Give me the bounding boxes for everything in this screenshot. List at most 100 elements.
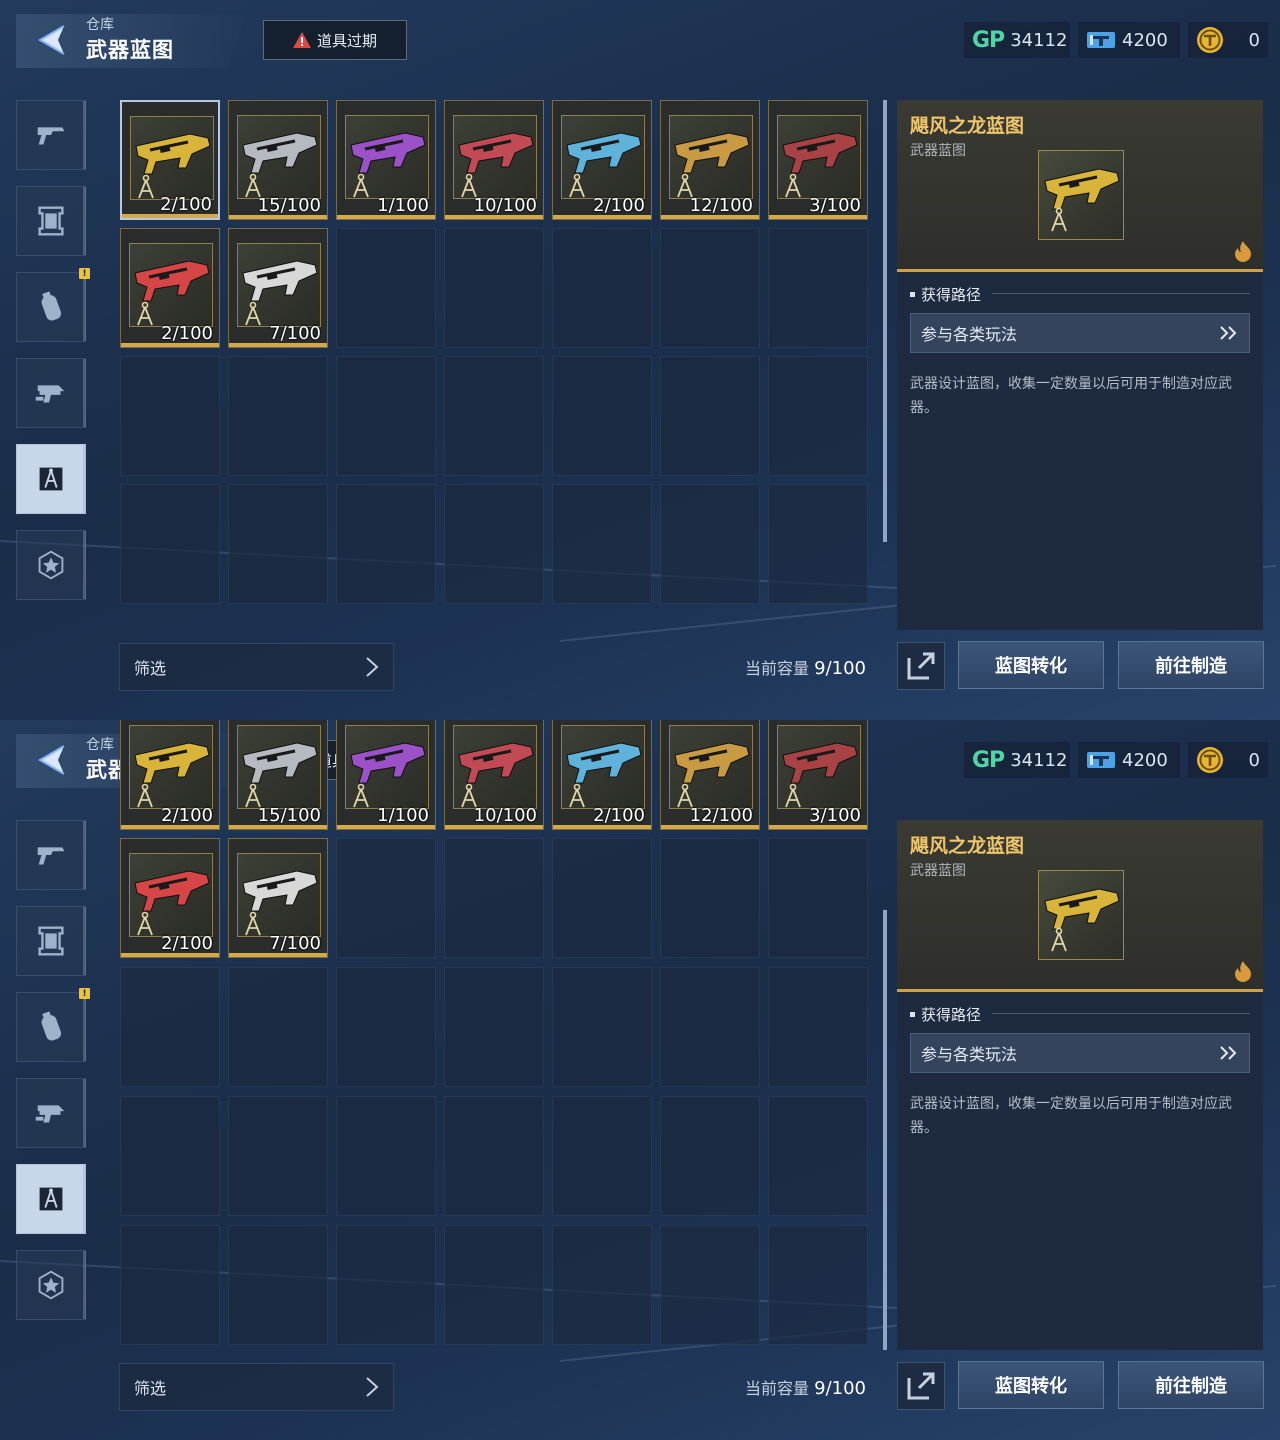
blueprint-item[interactable]: 7/100 xyxy=(228,838,328,958)
empty-slot xyxy=(660,356,760,476)
go-craft-button[interactable]: 前往制造 xyxy=(1118,641,1264,689)
empty-slot xyxy=(768,967,868,1087)
bullet-icon xyxy=(910,1012,915,1017)
blueprint-item[interactable]: 1/100 xyxy=(336,100,436,220)
nav-weapon-part[interactable] xyxy=(16,1078,86,1148)
section-label: 获得路径 xyxy=(921,286,982,304)
empty-slot xyxy=(552,838,652,958)
screen-bottom: 仓库武器蓝图道具过期GP3411242000!2/10015/1001/1001… xyxy=(0,720,1280,1440)
nav-grenade[interactable] xyxy=(16,992,86,1062)
coin-currency: 0 xyxy=(1188,742,1268,778)
empty-slot xyxy=(660,1225,760,1345)
nav-blueprint[interactable] xyxy=(16,444,86,514)
blueprint-convert-button[interactable]: 蓝图转化 xyxy=(958,1361,1104,1409)
nav-star[interactable] xyxy=(16,530,86,600)
empty-slot xyxy=(660,228,760,348)
empty-slot xyxy=(660,838,760,958)
item-count: 7/100 xyxy=(269,323,321,344)
empty-slot xyxy=(768,1225,868,1345)
nav-blueprint[interactable] xyxy=(16,1164,86,1234)
grenade-icon xyxy=(41,1011,62,1041)
item-count: 1/100 xyxy=(377,805,429,826)
blueprint-compass-icon xyxy=(39,1187,63,1211)
nav-star[interactable] xyxy=(16,1250,86,1320)
blueprint-item[interactable]: 2/100 xyxy=(120,838,220,958)
blueprint-item[interactable]: 7/100 xyxy=(228,228,328,348)
filter-button[interactable]: 筛选 xyxy=(119,643,394,691)
empty-slot xyxy=(444,484,544,604)
acquire-route-button[interactable]: 参与各类玩法 xyxy=(910,313,1250,353)
blueprint-item[interactable]: 2/100 xyxy=(120,720,220,830)
share-button[interactable] xyxy=(897,1362,945,1410)
page-title: 武器蓝图 xyxy=(86,38,174,62)
blueprint-compass-icon xyxy=(1051,207,1067,232)
route-label: 参与各类玩法 xyxy=(921,1045,1018,1064)
nav-frame[interactable] xyxy=(16,906,86,976)
item-count: 2/100 xyxy=(161,805,213,826)
share-button[interactable] xyxy=(897,642,945,690)
nav-pistol[interactable] xyxy=(16,100,86,170)
ticket-amount: 4200 xyxy=(1122,29,1168,51)
empty-slot xyxy=(444,356,544,476)
empty-slot xyxy=(660,1096,760,1216)
blueprint-item[interactable]: 2/100 xyxy=(552,720,652,830)
empty-slot xyxy=(444,1225,544,1345)
empty-slot xyxy=(444,228,544,348)
route-label: 参与各类玩法 xyxy=(921,325,1018,344)
ticket-currency: 4200 xyxy=(1078,22,1180,58)
empty-slot xyxy=(120,1096,220,1216)
empty-slot xyxy=(768,484,868,604)
ticket-icon xyxy=(1087,752,1115,768)
detail-item-art xyxy=(1038,870,1124,960)
grid-scrollbar[interactable] xyxy=(883,910,887,1350)
detail-panel: 飓风之龙蓝图 武器蓝图 获得路径 参与各类玩法 武器设计蓝图，收集一定数量以后可用于制造… xyxy=(897,820,1263,1350)
gp-icon: GP xyxy=(972,27,1005,53)
nav-weapon-part[interactable] xyxy=(16,358,86,428)
filter-button[interactable]: 筛选 xyxy=(119,1363,394,1411)
back-arrow-icon[interactable] xyxy=(34,742,70,778)
star-badge-icon xyxy=(38,1270,64,1300)
blueprint-item[interactable]: 10/100 xyxy=(444,720,544,830)
blueprint-item[interactable]: 12/100 xyxy=(660,720,760,830)
empty-slot xyxy=(336,967,436,1087)
blueprint-item[interactable]: 3/100 xyxy=(768,720,868,830)
blueprint-item[interactable]: 3/100 xyxy=(768,100,868,220)
empty-slot xyxy=(768,356,868,476)
expired-items-button[interactable]: 道具过期 xyxy=(263,20,407,60)
pistol-icon xyxy=(37,127,65,145)
blueprint-item[interactable]: 1/100 xyxy=(336,720,436,830)
empty-slot xyxy=(228,967,328,1087)
blueprint-item[interactable]: 12/100 xyxy=(660,100,760,220)
nav-pistol[interactable] xyxy=(16,820,86,890)
item-count: 2/100 xyxy=(593,805,645,826)
item-count: 10/100 xyxy=(473,805,537,826)
blueprint-item[interactable]: 2/100 xyxy=(120,228,220,348)
weapon-part-icon xyxy=(35,1105,65,1123)
blueprint-item[interactable]: 2/100 xyxy=(120,100,220,220)
filter-label: 筛选 xyxy=(134,1379,167,1398)
blueprint-convert-button[interactable]: 蓝图转化 xyxy=(958,641,1104,689)
back-arrow-icon[interactable] xyxy=(34,22,70,58)
empty-slot xyxy=(336,356,436,476)
detail-header: 飓风之龙蓝图 武器蓝图 xyxy=(897,820,1263,992)
blueprint-item[interactable]: 15/100 xyxy=(228,100,328,220)
pistol-icon xyxy=(37,847,65,865)
blueprint-item[interactable]: 15/100 xyxy=(228,720,328,830)
item-count: 15/100 xyxy=(257,805,321,826)
empty-slot xyxy=(768,1096,868,1216)
nav-grenade[interactable] xyxy=(16,272,86,342)
empty-slot xyxy=(552,228,652,348)
warning-icon xyxy=(292,32,311,48)
nav-frame[interactable] xyxy=(16,186,86,256)
empty-slot xyxy=(552,484,652,604)
grid-scrollbar[interactable] xyxy=(883,100,887,542)
empty-slot xyxy=(336,838,436,958)
blueprint-item[interactable]: 10/100 xyxy=(444,100,544,220)
acquire-route-button[interactable]: 参与各类玩法 xyxy=(910,1033,1250,1073)
double-chevron-right-icon xyxy=(1220,1046,1237,1060)
go-craft-button[interactable]: 前往制造 xyxy=(1118,1361,1264,1409)
notification-badge: ! xyxy=(79,268,90,279)
blueprint-item[interactable]: 2/100 xyxy=(552,100,652,220)
empty-slot xyxy=(228,356,328,476)
frame-icon xyxy=(38,926,64,956)
